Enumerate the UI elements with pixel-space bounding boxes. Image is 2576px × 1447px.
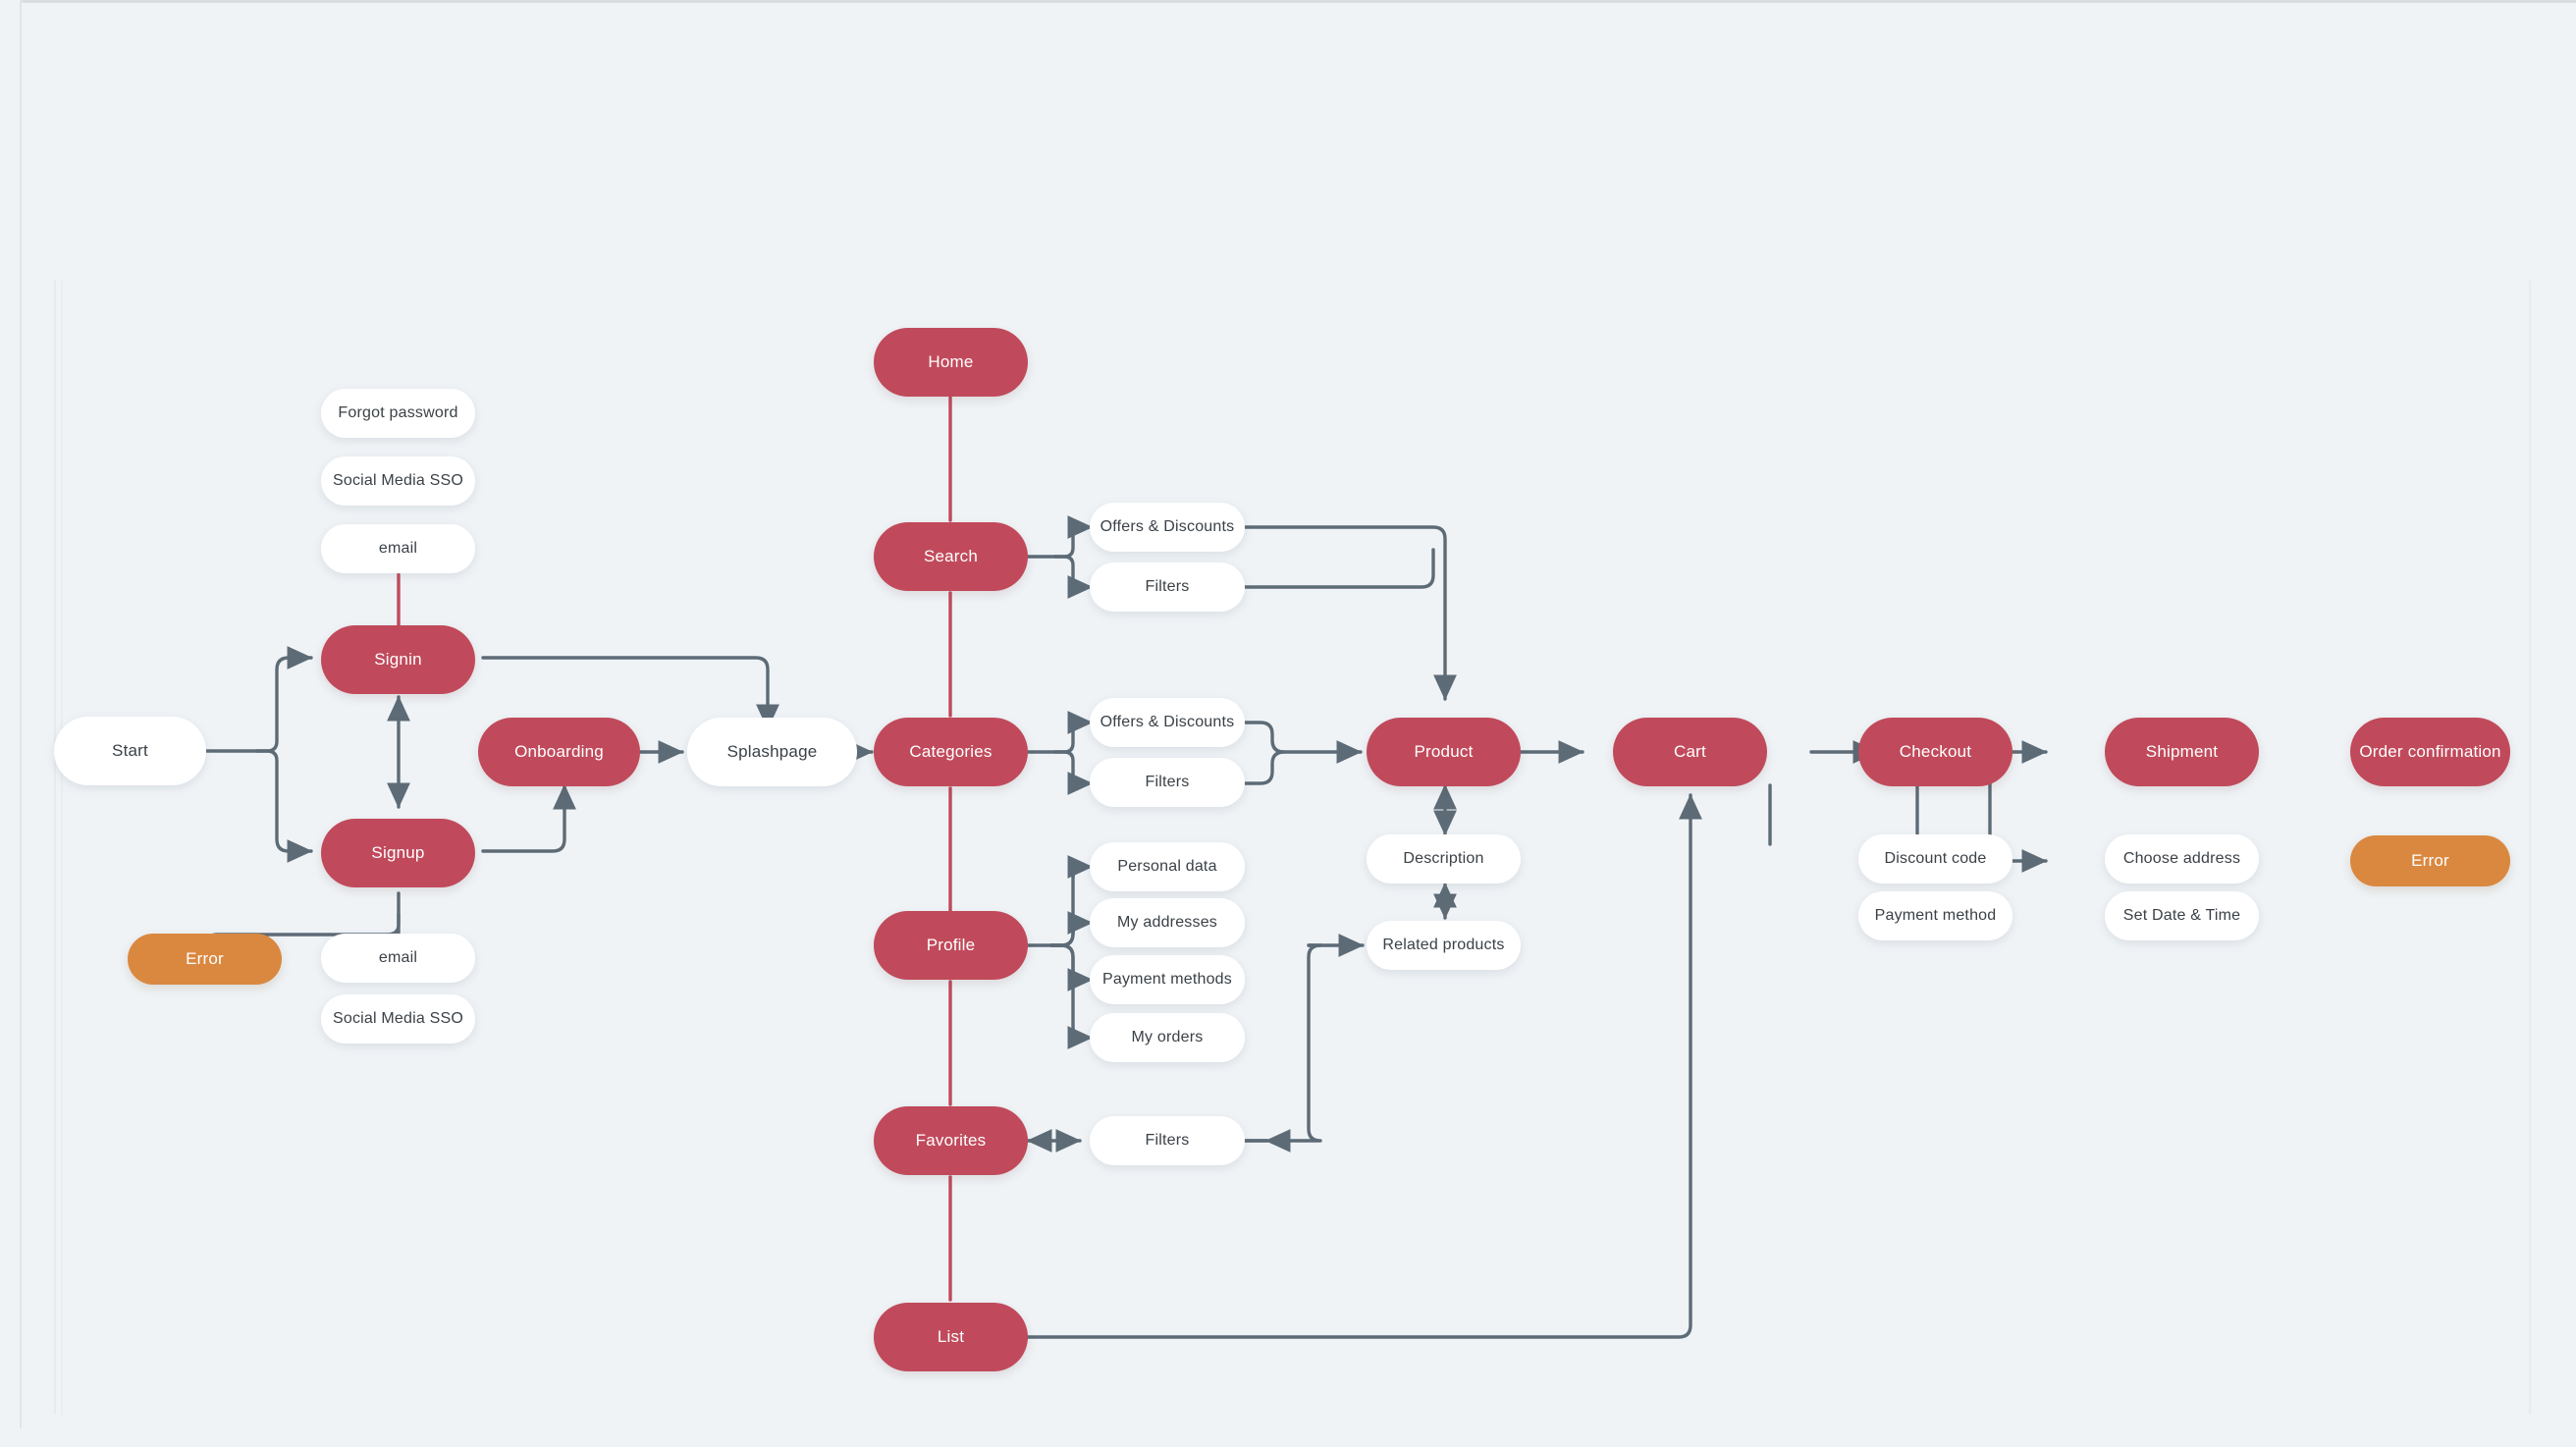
node-shipment-set-date-time[interactable]: Set Date & Time <box>2105 891 2259 940</box>
node-profile-my-orders[interactable]: My orders <box>1090 1013 1245 1062</box>
node-list-label: List <box>937 1327 965 1347</box>
node-home[interactable]: Home <box>874 328 1028 397</box>
node-shipment[interactable]: Shipment <box>2105 718 2259 786</box>
node-list[interactable]: List <box>874 1303 1028 1371</box>
board-inner-guide-left <box>54 281 56 1415</box>
node-shipment-label: Shipment <box>2145 742 2219 762</box>
node-splashpage-label: Splashpage <box>726 742 818 762</box>
node-checkout[interactable]: Checkout <box>1858 718 2012 786</box>
node-categories-label: Categories <box>909 742 993 762</box>
node-favorites[interactable]: Favorites <box>874 1106 1028 1175</box>
board-inner-guide-right <box>2529 281 2531 1415</box>
node-signup-social-sso-label: Social Media SSO <box>332 1009 464 1027</box>
node-profile-my-addresses[interactable]: My addresses <box>1090 898 1245 947</box>
board-top-edge <box>20 0 2576 3</box>
node-signin-social-sso[interactable]: Social Media SSO <box>321 456 475 506</box>
node-profile-label: Profile <box>926 936 976 955</box>
node-shipment-choose-address-label: Choose address <box>2122 849 2241 867</box>
node-categories-offers-discounts[interactable]: Offers & Discounts <box>1090 698 1245 747</box>
node-shipment-choose-address[interactable]: Choose address <box>2105 834 2259 884</box>
node-order-confirmation-label: Order confirmation <box>2359 742 2501 762</box>
node-onboarding[interactable]: Onboarding <box>478 718 640 786</box>
node-search-label: Search <box>923 547 979 566</box>
node-signin-email[interactable]: email <box>321 524 475 573</box>
node-forgot-password-label: Forgot password <box>338 403 458 421</box>
node-profile-my-orders-label: My orders <box>1131 1028 1204 1045</box>
node-onboarding-label: Onboarding <box>514 742 604 762</box>
node-signup-email-label: email <box>378 948 418 966</box>
node-search-offers-discounts-label: Offers & Discounts <box>1100 517 1235 535</box>
node-signin-social-sso-label: Social Media SSO <box>332 471 464 489</box>
node-splashpage[interactable]: Splashpage <box>687 718 857 786</box>
node-start[interactable]: Start <box>54 717 206 785</box>
node-checkout-discount-code-label: Discount code <box>1884 849 1987 867</box>
node-order-confirmation[interactable]: Order confirmation <box>2350 718 2510 786</box>
node-profile-personal-data[interactable]: Personal data <box>1090 842 1245 891</box>
node-categories-offers-discounts-label: Offers & Discounts <box>1100 713 1235 730</box>
node-categories[interactable]: Categories <box>874 718 1028 786</box>
node-home-label: Home <box>928 352 974 372</box>
node-checkout-payment-method-label: Payment method <box>1874 906 1997 924</box>
node-product-description[interactable]: Description <box>1367 834 1521 884</box>
node-search[interactable]: Search <box>874 522 1028 591</box>
node-signin-email-label: email <box>378 539 418 557</box>
node-forgot-password[interactable]: Forgot password <box>321 389 475 438</box>
node-signup-email[interactable]: email <box>321 934 475 983</box>
flowchart-canvas: Start Forgot password Social Media SSO e… <box>0 0 2576 1447</box>
node-checkout-discount-code[interactable]: Discount code <box>1858 834 2012 884</box>
node-profile-payment-methods[interactable]: Payment methods <box>1090 955 1245 1004</box>
node-search-filters[interactable]: Filters <box>1090 563 1245 612</box>
node-cart-label: Cart <box>1674 742 1706 762</box>
node-signin[interactable]: Signin <box>321 625 475 694</box>
node-product-description-label: Description <box>1403 849 1484 867</box>
node-signup-label: Signup <box>371 843 425 863</box>
node-product-related-products-label: Related products <box>1382 936 1505 953</box>
node-categories-filters-label: Filters <box>1145 773 1190 790</box>
node-profile-my-addresses-label: My addresses <box>1117 913 1217 931</box>
node-start-label: Start <box>112 741 148 761</box>
node-search-offers-discounts[interactable]: Offers & Discounts <box>1090 503 1245 552</box>
node-product-label: Product <box>1414 742 1474 762</box>
node-favorites-filters[interactable]: Filters <box>1090 1116 1245 1165</box>
node-favorites-filters-label: Filters <box>1145 1131 1190 1149</box>
node-checkout-payment-method[interactable]: Payment method <box>1858 891 2012 940</box>
node-product-related-products[interactable]: Related products <box>1367 921 1521 970</box>
node-order-error-label: Error <box>2411 851 2449 871</box>
node-profile-personal-data-label: Personal data <box>1117 857 1217 875</box>
node-signin-label: Signin <box>374 650 422 670</box>
node-checkout-label: Checkout <box>1899 742 1972 762</box>
node-profile[interactable]: Profile <box>874 911 1028 980</box>
node-cart[interactable]: Cart <box>1613 718 1767 786</box>
node-product[interactable]: Product <box>1367 718 1521 786</box>
node-signup[interactable]: Signup <box>321 819 475 887</box>
node-categories-filters[interactable]: Filters <box>1090 758 1245 807</box>
node-order-error[interactable]: Error <box>2350 835 2510 886</box>
board-left-edge <box>20 0 22 1428</box>
node-search-filters-label: Filters <box>1145 577 1190 595</box>
node-signup-error-label: Error <box>186 949 224 969</box>
board-inner-guide-left-2 <box>61 281 63 1415</box>
node-favorites-label: Favorites <box>915 1131 987 1151</box>
node-signup-social-sso[interactable]: Social Media SSO <box>321 994 475 1044</box>
node-signup-error[interactable]: Error <box>128 934 282 985</box>
node-profile-payment-methods-label: Payment methods <box>1102 970 1232 988</box>
node-shipment-set-date-time-label: Set Date & Time <box>2122 906 2241 924</box>
